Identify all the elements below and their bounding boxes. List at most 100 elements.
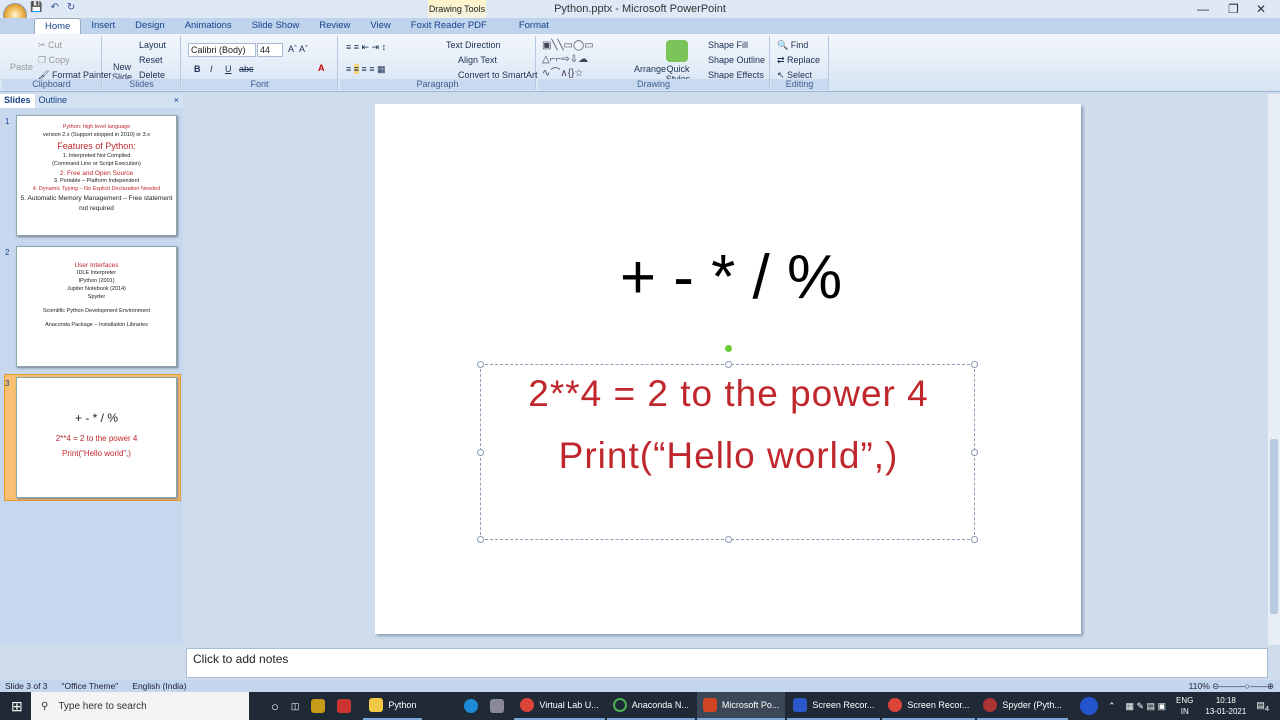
clock[interactable]: 10:18 13-01-2021 bbox=[1205, 695, 1246, 717]
help-icon[interactable] bbox=[1079, 697, 1098, 715]
resize-handle[interactable] bbox=[971, 536, 978, 543]
paste-button[interactable]: Paste bbox=[10, 62, 33, 72]
taskbar-label: Spyder (Pyth... bbox=[1002, 700, 1062, 710]
reset-button[interactable]: Reset bbox=[139, 55, 163, 65]
notification-icon[interactable]: ▤4 bbox=[1256, 700, 1269, 713]
powerpoint-icon bbox=[702, 698, 717, 712]
slide-counter: Slide 3 of 3 bbox=[5, 681, 48, 691]
edge-icon[interactable] bbox=[464, 699, 479, 713]
app-icon[interactable] bbox=[337, 699, 352, 713]
chevron-up-icon[interactable]: ⌃ bbox=[1108, 701, 1116, 712]
cut-button[interactable]: ✂ Cut bbox=[38, 40, 62, 51]
copy-button[interactable]: ❐ Copy bbox=[38, 55, 70, 66]
font-color-button[interactable]: A bbox=[318, 63, 325, 73]
quick-access-toolbar: 💾 ↶ ↻ bbox=[30, 2, 75, 16]
notes-area[interactable]: Click to add notes bbox=[186, 648, 1268, 678]
copy-label: Copy bbox=[48, 55, 70, 65]
resize-handle[interactable] bbox=[477, 361, 484, 368]
taskbar: ⊞ ⚲ Type here to search ○ ◫ Python Virtua… bbox=[0, 692, 1280, 720]
save-icon[interactable]: 💾 bbox=[30, 2, 42, 16]
taskbar-python[interactable]: Python bbox=[363, 692, 423, 720]
tab-view[interactable]: View bbox=[360, 18, 400, 34]
tab-home[interactable]: Home bbox=[34, 18, 82, 34]
recorder-icon bbox=[793, 698, 808, 712]
shapes-gallery[interactable]: ▣╲╲▭◯▭ △⌐⌐⇨⇩☁ ∿⌒∧{}☆ bbox=[542, 39, 594, 81]
arrange-button[interactable]: Arrange bbox=[634, 64, 666, 74]
text-direction-button[interactable]: Text Direction bbox=[446, 40, 501, 50]
cortana-icon[interactable]: ○ bbox=[271, 699, 279, 714]
taskbar-spyder[interactable]: Spyder (Pyth... bbox=[977, 692, 1068, 720]
language[interactable]: English (India) bbox=[132, 680, 186, 692]
redo-icon[interactable]: ↻ bbox=[67, 2, 75, 16]
shape-fill-button[interactable]: Shape Fill bbox=[708, 40, 748, 50]
slide-title[interactable]: + - * / % bbox=[375, 242, 1081, 313]
tab-slide-show[interactable]: Slide Show bbox=[242, 18, 310, 34]
rotation-handle[interactable] bbox=[725, 345, 732, 352]
taskbar-powerpoint[interactable]: Microsoft Po... bbox=[696, 692, 786, 720]
thumb-text: Features of Python: bbox=[57, 140, 136, 151]
resize-handle[interactable] bbox=[477, 536, 484, 543]
slide-canvas[interactable]: + - * / % 2**4 = 2 to the power 4 Print(… bbox=[375, 104, 1081, 634]
text-line-2[interactable]: Print(“Hello world”,) bbox=[481, 435, 976, 477]
thumb-number: 3 bbox=[5, 379, 10, 388]
time-text: 10:18 bbox=[1215, 696, 1236, 705]
find-button[interactable]: 🔍 Find bbox=[777, 40, 808, 51]
replace-button[interactable]: ⇄ Replace bbox=[777, 55, 820, 66]
tab-format[interactable]: Format bbox=[509, 18, 559, 34]
text-line-1[interactable]: 2**4 = 2 to the power 4 bbox=[481, 373, 976, 415]
taskbar-anaconda[interactable]: Anaconda N... bbox=[606, 692, 695, 720]
grow-font-icon[interactable]: Aˆ Aˇ bbox=[288, 44, 308, 54]
restore-button[interactable]: ❐ bbox=[1228, 2, 1239, 16]
taskbar-label: Virtual Lab U... bbox=[539, 700, 599, 710]
underline-button[interactable]: U bbox=[225, 64, 232, 74]
vertical-scrollbar[interactable] bbox=[1268, 94, 1280, 645]
tab-slides[interactable]: Slides bbox=[0, 94, 35, 108]
task-view-icon[interactable]: ◫ bbox=[291, 701, 300, 712]
undo-icon[interactable]: ↶ bbox=[50, 2, 58, 16]
tab-design[interactable]: Design bbox=[125, 18, 175, 34]
font-name-select[interactable]: Calibri (Body) bbox=[188, 43, 256, 57]
window-title: Python.pptx - Microsoft PowerPoint bbox=[554, 3, 726, 15]
taskbar-search[interactable]: ⚲ Type here to search bbox=[31, 692, 249, 720]
replace-label: Replace bbox=[787, 55, 821, 65]
app-icon[interactable] bbox=[490, 699, 505, 713]
tab-foxit[interactable]: Foxit Reader PDF bbox=[401, 18, 497, 34]
drawing-label: Drawing bbox=[538, 79, 769, 90]
strikethrough-button[interactable]: abc bbox=[239, 64, 254, 74]
resize-handle[interactable] bbox=[971, 361, 978, 368]
taskbar-chrome-1[interactable]: Virtual Lab U... bbox=[514, 692, 605, 720]
resize-handle[interactable] bbox=[725, 536, 732, 543]
slide-thumbnail-1[interactable]: Python: high level language version 2.x … bbox=[16, 115, 177, 236]
app-icon[interactable] bbox=[311, 699, 326, 713]
font-size-select[interactable]: 44 bbox=[257, 43, 283, 57]
tab-animations[interactable]: Animations bbox=[175, 18, 242, 34]
zoom-level[interactable]: 110% ⊝———○——⊕ bbox=[1189, 680, 1274, 692]
close-button[interactable]: ✕ bbox=[1256, 2, 1266, 16]
ribbon: Paste ✂ Cut ❐ Copy 🖌 Format Painter Clip… bbox=[0, 34, 1280, 92]
close-pane-button[interactable]: × bbox=[170, 94, 183, 108]
bold-button[interactable]: B bbox=[194, 64, 201, 74]
resize-handle[interactable] bbox=[725, 361, 732, 368]
align-text-button[interactable]: Align Text bbox=[458, 55, 497, 65]
italic-button[interactable]: I bbox=[210, 64, 213, 74]
scroll-thumb[interactable] bbox=[1270, 439, 1278, 614]
layout-button[interactable]: Layout bbox=[139, 40, 166, 50]
tab-outline[interactable]: Outline bbox=[35, 94, 72, 108]
text-box[interactable]: 2**4 = 2 to the power 4 Print(“Hello wor… bbox=[477, 345, 978, 543]
date-text: 13-01-2021 bbox=[1205, 707, 1247, 716]
bullets-icon[interactable]: ≡ ≡ ⇤ ⇥ ↕ bbox=[346, 42, 386, 53]
windows-start-icon[interactable]: ⊞ bbox=[11, 698, 23, 715]
thumb-text: + - * / % bbox=[74, 411, 118, 425]
taskbar-screen-recorder-1[interactable]: Screen Recor... bbox=[787, 692, 881, 720]
tab-insert[interactable]: Insert bbox=[81, 18, 125, 34]
language-indicator[interactable]: ENG IN bbox=[1176, 695, 1193, 717]
minimize-button[interactable]: — bbox=[1197, 2, 1209, 16]
thumb-number: 1 bbox=[5, 117, 10, 126]
slide-thumbnail-2[interactable]: User Interfaces IDLE Interpreter IPython… bbox=[16, 246, 177, 367]
align-icons[interactable]: ≡ ≡ ≡ ≡ ▦ bbox=[346, 64, 386, 75]
taskbar-screen-recorder-2[interactable]: Screen Recor... bbox=[882, 692, 976, 720]
shape-outline-button[interactable]: Shape Outline bbox=[708, 55, 765, 65]
slide-thumbnail-3[interactable]: + - * / % 2**4 = 2 to the power 4 Print(… bbox=[16, 377, 177, 498]
tray-icons[interactable]: ▦ ✎ ▤ ▣ bbox=[1125, 701, 1166, 712]
tab-review[interactable]: Review bbox=[309, 18, 360, 34]
